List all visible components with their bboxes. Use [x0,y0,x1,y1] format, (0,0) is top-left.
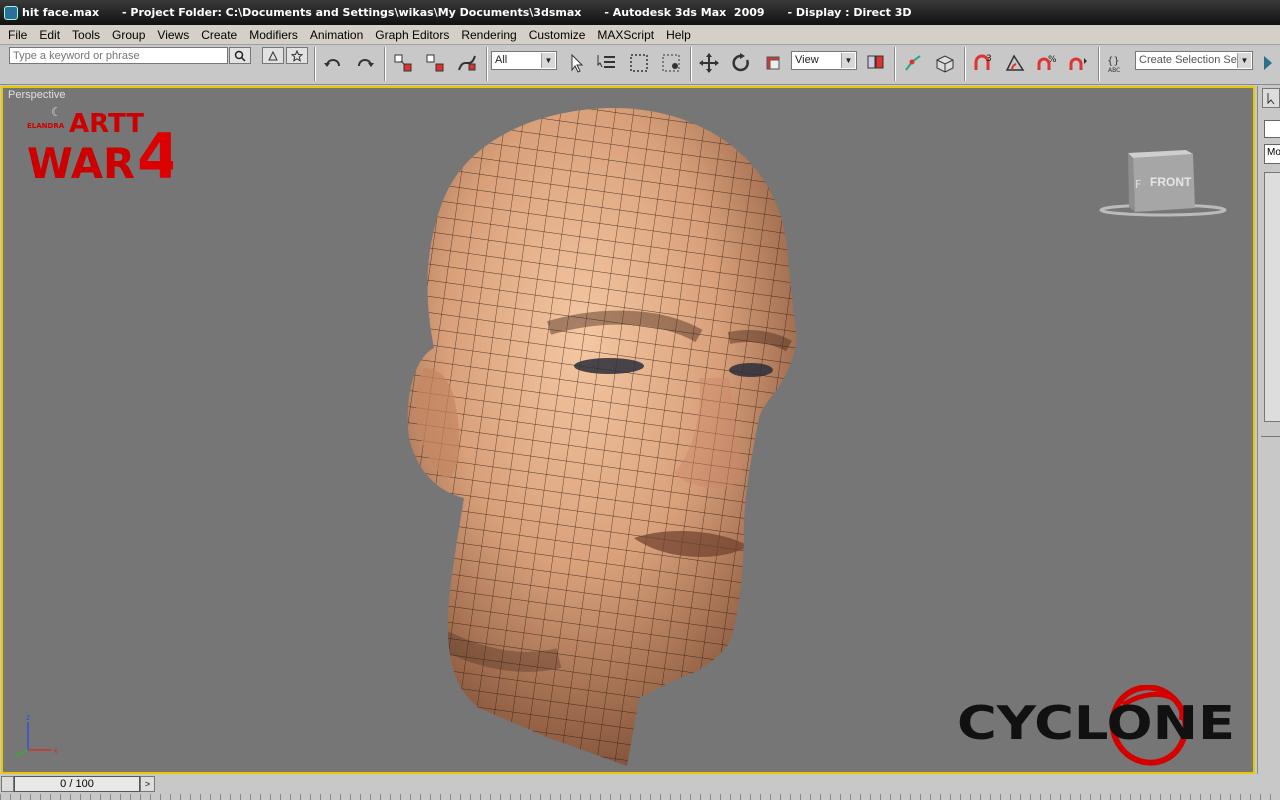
track-bar[interactable] [0,794,1280,800]
select-by-name-icon[interactable] [594,50,620,76]
window-crossing-icon[interactable] [658,50,684,76]
use-pivot-center-icon[interactable] [862,50,888,76]
time-slider[interactable]: 0 / 100 [14,776,140,792]
snaps-toggle-icon[interactable]: 3 [970,50,996,76]
svg-text:ABC: ABC [1108,67,1120,74]
viewport-label[interactable]: Perspective [8,89,65,101]
select-and-link-icon[interactable] [390,50,416,76]
menu-bar: File Edit Tools Group Views Create Modif… [0,25,1280,45]
head-mesh-model[interactable] [399,98,809,766]
modifier-list-dropdown[interactable]: Mo [1264,144,1280,164]
select-and-manipulate-icon[interactable] [900,50,926,76]
search-input[interactable] [9,47,228,64]
svg-text:F: F [1135,178,1141,191]
bind-to-space-warp-icon[interactable] [454,50,480,76]
viewcube[interactable]: FRONT F [1098,150,1228,220]
menu-group[interactable]: Group [106,25,151,45]
edit-named-selection-sets-icon[interactable]: {} ABC [1103,50,1129,76]
svg-text:ARTT: ARTT [69,109,144,139]
reference-coordinate-value: View [795,54,819,66]
favorites-star-icon[interactable] [286,47,308,64]
menu-create[interactable]: Create [195,25,243,45]
perspective-viewport[interactable]: Perspective ☾ ELANDRA ARTT WAR 4 FRONT F [1,86,1255,774]
svg-text:3: 3 [986,54,992,64]
title-bar: hit face.max - Project Folder: C:\Docume… [0,0,1280,25]
viewcube-front-label[interactable]: FRONT [1150,175,1192,189]
svg-text:ELANDRA: ELANDRA [27,122,65,130]
cyclone-logo-text: CYCLONE [957,696,1235,750]
keyboard-shortcut-override-icon[interactable] [932,50,958,76]
menu-tools[interactable]: Tools [66,25,106,45]
svg-text:WAR: WAR [27,139,135,188]
menu-file[interactable]: File [2,25,33,45]
window-title: hit face.max - Project Folder: C:\Docume… [22,6,912,19]
object-name-field[interactable] [1264,120,1280,138]
chevron-down-icon: ▼ [541,53,555,68]
svg-text:4: 4 [137,120,173,192]
select-and-rotate-icon[interactable] [728,50,754,76]
axis-tripod: z x y [15,713,58,758]
reference-coordinate-dropdown[interactable]: View ▼ [791,51,857,70]
unlink-selection-icon[interactable] [422,50,448,76]
menu-help[interactable]: Help [660,25,697,45]
app-icon[interactable] [4,5,18,20]
select-and-scale-icon[interactable] [760,50,786,76]
main-toolbar: All ▼ View ▼ 3 % {}ABC Create Selection … [0,45,1280,85]
selection-filter-value: All [495,54,508,66]
menu-graph-editors[interactable]: Graph Editors [369,25,455,45]
percent-snap-toggle-icon[interactable]: % [1034,50,1060,76]
command-panel: Mo [1257,86,1280,786]
artt-war4-logo: ☾ ELANDRA ARTT WAR 4 [27,105,173,192]
time-slider-bar: 0 / 100 > [0,774,1280,800]
spinner-snap-toggle-icon[interactable] [1066,50,1092,76]
menu-views[interactable]: Views [151,25,195,45]
modifier-stack-list[interactable] [1264,172,1280,422]
redo-icon[interactable] [352,50,378,76]
time-slider-next-icon[interactable]: > [140,776,155,792]
menu-edit[interactable]: Edit [33,25,66,45]
selection-filter-dropdown[interactable]: All ▼ [491,51,557,70]
select-and-move-icon[interactable] [696,50,722,76]
menu-maxscript[interactable]: MAXScript [591,25,660,45]
svg-text:y: y [15,749,20,758]
communication-center-icon[interactable] [262,47,284,64]
select-object-icon[interactable] [563,50,589,76]
chevron-down-icon: ▼ [1237,53,1251,68]
angle-snap-toggle-icon[interactable] [1002,50,1028,76]
search-icon[interactable] [229,47,251,64]
svg-text:x: x [53,746,58,755]
time-slider-prev-icon[interactable] [1,776,14,792]
svg-text:{}: {} [1107,56,1120,67]
svg-text:z: z [26,713,30,722]
menu-modifiers[interactable]: Modifiers [243,25,304,45]
chevron-down-icon: ▼ [841,53,855,68]
menu-animation[interactable]: Animation [304,25,369,45]
named-selection-sets-value: Create Selection Set [1139,54,1240,66]
panel-divider [1261,436,1280,437]
rectangular-selection-region-icon[interactable] [626,50,652,76]
create-panel-tab[interactable] [1262,88,1280,108]
cyclone-logo: CYCLONE [957,685,1235,766]
undo-icon[interactable] [320,50,346,76]
menu-rendering[interactable]: Rendering [455,25,522,45]
svg-text:☾: ☾ [51,105,62,119]
svg-text:%: % [1048,55,1057,65]
frame-counter: 0 / 100 [60,778,94,790]
menu-customize[interactable]: Customize [523,25,592,45]
named-selection-sets-dropdown[interactable]: Create Selection Set ▼ [1135,51,1253,70]
mirror-icon[interactable] [1258,50,1280,76]
